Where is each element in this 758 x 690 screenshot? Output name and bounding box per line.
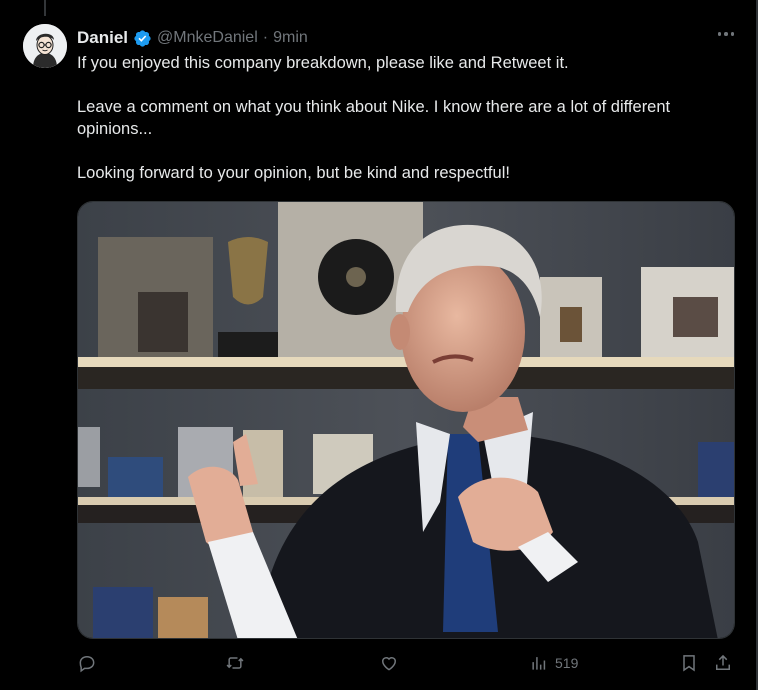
retweet-icon <box>226 657 244 669</box>
tweet-timestamp[interactable]: 9min <box>273 29 308 47</box>
separator-dot: · <box>262 29 269 46</box>
reply-button[interactable] <box>77 653 97 673</box>
avatar[interactable] <box>23 24 67 68</box>
reply-icon <box>79 655 95 673</box>
bookmark-button[interactable] <box>679 653 699 673</box>
author-handle[interactable]: @MnkeDaniel <box>157 29 258 47</box>
verified-badge-icon <box>133 29 152 48</box>
like-button[interactable] <box>379 653 399 673</box>
views-count: 519 <box>555 655 579 671</box>
views-button[interactable]: 519 <box>529 653 578 673</box>
bookmark-icon <box>683 655 695 672</box>
more-icon[interactable] <box>717 32 734 36</box>
views-icon <box>532 657 546 670</box>
tweet-header: Daniel @MnkeDaniel · 9min <box>77 28 308 48</box>
like-icon <box>381 657 397 671</box>
retweet-button[interactable] <box>225 653 245 673</box>
author-name[interactable]: Daniel <box>77 28 128 48</box>
thread-connector-line <box>44 0 46 16</box>
tweet-actions: 519 <box>77 653 737 677</box>
tweet-photo[interactable] <box>77 201 735 639</box>
tweet-paragraph: If you enjoyed this company breakdown, p… <box>77 54 569 72</box>
tweet-paragraph: Looking forward to your opinion, but be … <box>77 164 510 182</box>
share-icon <box>716 654 730 670</box>
tweet-paragraph: Leave a comment on what you think about … <box>77 98 671 138</box>
share-button[interactable] <box>713 653 733 673</box>
tweet-text: If you enjoyed this company breakdown, p… <box>77 52 737 184</box>
